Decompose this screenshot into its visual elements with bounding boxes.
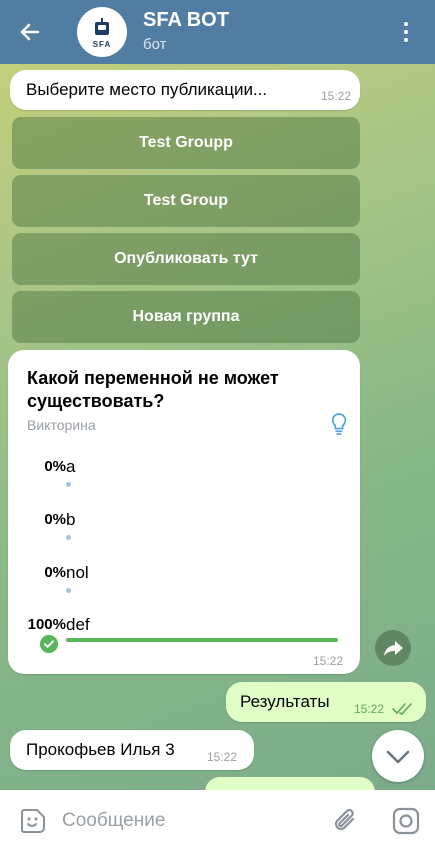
message-text: Результаты xyxy=(240,692,330,711)
lightbulb-icon[interactable] xyxy=(328,412,350,436)
message-time: 15:22 xyxy=(207,750,238,764)
message-choose-place: Выберите место публикации... 15:22 xyxy=(10,70,360,110)
option-percent: 0% xyxy=(44,511,66,528)
read-checkmarks-icon xyxy=(392,703,412,715)
chevron-down-icon xyxy=(386,750,410,764)
inline-button-test-group[interactable]: Test Group xyxy=(12,175,360,227)
message-name: Прокофьев Илья 3 15:22 xyxy=(10,730,254,770)
inline-button-publish-here[interactable]: Опубликовать тут xyxy=(12,233,360,285)
correct-check-icon xyxy=(40,635,58,653)
message-text: Прокофьев Илья 3 xyxy=(26,740,175,759)
inline-button-test-groupp[interactable]: Test Groupp xyxy=(12,117,360,169)
quiz-poll: Какой переменной не может существовать? … xyxy=(8,350,360,674)
camera-icon[interactable] xyxy=(392,807,420,835)
message-input[interactable]: Сообщение xyxy=(62,810,165,832)
share-button[interactable] xyxy=(375,630,411,666)
poll-option: 100% def xyxy=(8,615,360,656)
option-label: nol xyxy=(66,563,89,582)
poll-question: Какой переменной не может существовать? xyxy=(27,368,279,411)
option-dot xyxy=(66,535,71,540)
bot-logo-icon xyxy=(95,18,109,35)
message-time: 15:22 xyxy=(313,654,344,668)
back-arrow-icon[interactable] xyxy=(18,20,42,44)
sticker-icon[interactable] xyxy=(20,808,46,834)
poll-type: Викторина xyxy=(27,417,96,433)
inline-button-new-group[interactable]: Новая группа xyxy=(12,291,360,343)
option-percent: 100% xyxy=(27,616,66,633)
option-label: def xyxy=(66,615,90,634)
scroll-down-button[interactable] xyxy=(372,730,424,782)
bot-avatar[interactable]: SFA xyxy=(77,7,127,57)
more-menu-icon[interactable] xyxy=(401,20,411,44)
attach-icon[interactable] xyxy=(333,807,359,835)
option-label: b xyxy=(66,510,76,529)
poll-option: 0% b xyxy=(8,510,360,551)
poll-option: 0% a xyxy=(8,457,360,498)
avatar-text: SFA xyxy=(92,40,112,49)
option-dot xyxy=(66,482,71,487)
message-time: 15:22 xyxy=(354,702,385,716)
message-text: Выберите место публикации... xyxy=(26,80,268,99)
message-input-bar: Сообщение xyxy=(0,790,435,850)
option-dot xyxy=(66,588,71,593)
chat-title[interactable]: SFA BOT xyxy=(143,9,229,32)
option-label: a xyxy=(66,457,76,476)
option-percent: 0% xyxy=(44,564,66,581)
option-percent: 0% xyxy=(44,458,66,475)
chat-header: SFA SFA BOT бот xyxy=(0,0,435,64)
message-time: 15:22 xyxy=(321,89,352,103)
message-results: Результаты 15:22 xyxy=(226,682,426,722)
chat-subtitle: бот xyxy=(143,36,167,53)
poll-option: 0% nol xyxy=(8,563,360,604)
share-arrow-icon xyxy=(384,641,403,656)
result-bar xyxy=(66,638,338,642)
